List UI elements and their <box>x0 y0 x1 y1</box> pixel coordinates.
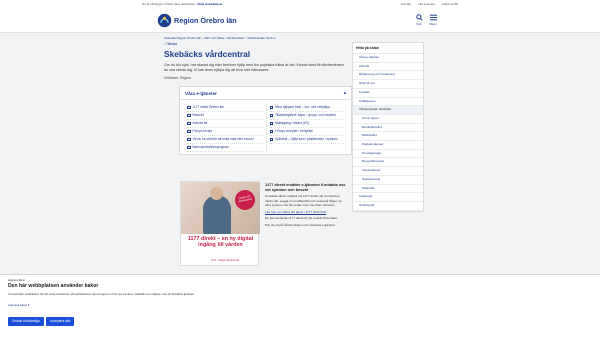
toc-subitem[interactable]: Vaccinationer <box>353 167 423 176</box>
promo-title: 1177 direkt – en ny digital ingång till … <box>187 236 254 249</box>
toc-item[interactable]: Våra e-tjänster <box>353 54 423 63</box>
other-languages-link[interactable]: Andra språk <box>442 0 458 9</box>
toc-item[interactable]: Rådgivning och fördelning <box>353 71 423 81</box>
toc-item-current[interactable]: Vårdcentralen Skebäck <box>353 106 423 115</box>
promo-paragraph: Här du ett på vårdcentralen och använda … <box>265 222 336 227</box>
external-link-icon <box>269 105 273 109</box>
promo-card[interactable]: Chatta och videosamtal 1177 direkt – en … <box>180 181 260 266</box>
toc-item[interactable]: Vänterapi <box>353 193 423 202</box>
toc-subitem[interactable]: Mödravård <box>353 132 423 142</box>
toc-subitem[interactable]: Hälsoråd <box>353 185 423 194</box>
eservice-link[interactable]: Förnya receptet / förnyelse <box>269 128 344 136</box>
toc-subitem[interactable]: Sjukskrivning <box>353 176 423 185</box>
eservice-link[interactable]: 1177 direkt Örebro län <box>187 104 263 112</box>
external-link-icon <box>269 129 273 133</box>
external-link-icon <box>269 113 273 117</box>
breadcrumb[interactable]: Startsida Region Örebro län › Vård och h… <box>164 36 275 40</box>
page-title: Skebäcks vårdcentral <box>164 49 251 59</box>
region-logo-icon <box>157 13 172 28</box>
logo-text: Region Örebro län <box>174 16 237 25</box>
page: Du är på Region Örebro läns webbplats - … <box>0 0 600 338</box>
external-link-icon <box>187 145 191 149</box>
eservices-column-right: Mina hjälpare bäst – kur- och omhjälpa T… <box>265 104 348 152</box>
back-label: Tillbaka <box>165 42 178 46</box>
topbar: Du är på Region Örebro läns webbplats - … <box>0 0 600 9</box>
promo-heading: 1177 direkt ersätter e-tjänsten Kontakta… <box>265 182 346 193</box>
eservice-link[interactable]: Avboka tid <box>187 120 263 128</box>
promo-paragraph: Kontakta vården digitalt via 1177 direkt… <box>265 194 343 207</box>
page-toc-sidebar: Hitta på sidan Våra e-tjänster Aktuellt … <box>352 42 424 212</box>
eservice-link[interactable]: Förnya recept <box>187 128 263 136</box>
toc-subitem[interactable]: Barnhälsovård <box>353 124 423 133</box>
logo[interactable]: Region Örebro län <box>157 13 237 28</box>
toc-item[interactable]: Kvällsjouren <box>353 98 423 107</box>
eservices-grid: 1177 direkt Örebro län Boka tid Avboka t… <box>180 100 351 154</box>
toc-subitem[interactable]: Vi har öppet <box>353 115 423 124</box>
toc-subitem[interactable]: Digitala tjänster <box>353 141 423 150</box>
eservices-title: Våra e-tjänster <box>185 90 217 96</box>
promo-person-head <box>210 187 223 200</box>
contact-link[interactable]: Kontakt <box>401 0 411 9</box>
external-link-icon <box>187 137 191 141</box>
eservice-link[interactable]: Boka tid <box>187 112 263 120</box>
promo-logos: 1177 · Region Örebro län <box>211 259 240 262</box>
search-label: Sök <box>416 22 422 26</box>
topbar-site-info: Du är på Region Örebro läns webbplats - … <box>142 0 223 9</box>
eservice-link[interactable]: Tillvalsregistret: kapa – grupp- och omv… <box>269 112 344 120</box>
page-intro: Om du blir sjuk, har skadat dig eller be… <box>164 63 344 73</box>
toc-item[interactable]: Hitta till oss <box>353 80 423 89</box>
page-byline: Driftsform: Region <box>164 76 191 81</box>
toc-subitem[interactable]: Provtagningar <box>353 150 423 159</box>
eservices-panel: Våra e-tjänster ▴ 1177 direkt Örebro län… <box>179 86 352 155</box>
collapse-icon: ▴ <box>343 90 346 95</box>
promo-read-more-link[interactable]: Läs mer om starta din tjänst i 1177 dire… <box>265 210 348 214</box>
toc-title: Hitta på sidan <box>353 43 423 54</box>
eservices-column-left: 1177 direkt Örebro län Boka tid Avboka t… <box>184 104 266 152</box>
menu-icon <box>429 14 437 21</box>
eservice-link[interactable]: Självtest – Hjälp som i påståenden / sym… <box>269 136 344 144</box>
cookie-banner: Hantera filtrar Den här webbplatsen anvä… <box>0 274 600 338</box>
menu-label: Meny <box>429 22 437 26</box>
topbar-prefix: Du är på Region Örebro läns webbplats - <box>142 2 197 6</box>
external-link-icon <box>269 137 273 141</box>
toc-subitem[interactable]: Receptförnyelse <box>353 158 423 168</box>
search-icon <box>415 14 423 21</box>
promo-person <box>203 195 231 234</box>
external-link-icon <box>187 121 191 125</box>
menu-button[interactable]: Meny <box>425 14 441 26</box>
cookie-title: Den här webbplatsen använder kakor <box>8 283 99 289</box>
eservice-link[interactable]: Vill du ha stöd för att sluta röka eller… <box>187 136 263 144</box>
toc-item[interactable]: Aktuellt <box>353 63 423 72</box>
cookie-small-heading: Hantera filtrar <box>8 278 25 282</box>
promo-text: 1177 direkt ersätter e-tjänsten Kontakta… <box>265 182 348 227</box>
cookie-description: Vi använder webbkakor för att vissa funk… <box>8 292 196 296</box>
eservice-link[interactable]: Mottagning / läkare (KV) <box>269 120 344 128</box>
external-link-icon <box>187 129 191 133</box>
toc-item[interactable]: Smittskydd <box>353 202 423 211</box>
topbar-links: Kontakt Lätt svenska Andra språk <box>401 0 458 9</box>
toc-item[interactable]: Kontakt <box>353 89 423 98</box>
accept-all-button[interactable]: Acceptera alla <box>46 317 74 326</box>
cookie-adjust-link[interactable]: Anpassa kakor ▾ <box>8 303 29 307</box>
easy-swedish-link[interactable]: Lätt svenska <box>418 0 435 9</box>
promo-paragraph: Du kan använda 1177 direkt för att snabb… <box>265 216 338 221</box>
back-link[interactable]: ‹ Tillbaka <box>164 42 344 46</box>
eservice-link[interactable]: Mina hjälpare bäst – kur- och omhjälpa <box>269 104 344 112</box>
accept-necessary-button[interactable]: Endast nödvändiga <box>8 317 44 326</box>
header: Region Örebro län Sök Meny <box>0 9 600 33</box>
main-content: ‹ Tillbaka Skebäcks vårdcentral Om du bl… <box>164 42 344 87</box>
eservice-link[interactable]: Barnvaccinationsprogram <box>187 144 263 152</box>
my-sites-link[interactable]: Mina webbplatser <box>197 2 222 6</box>
external-link-icon <box>269 121 273 125</box>
external-link-icon <box>187 113 191 117</box>
external-link-icon <box>187 105 191 109</box>
eservices-header[interactable]: Våra e-tjänster ▴ <box>180 87 351 100</box>
